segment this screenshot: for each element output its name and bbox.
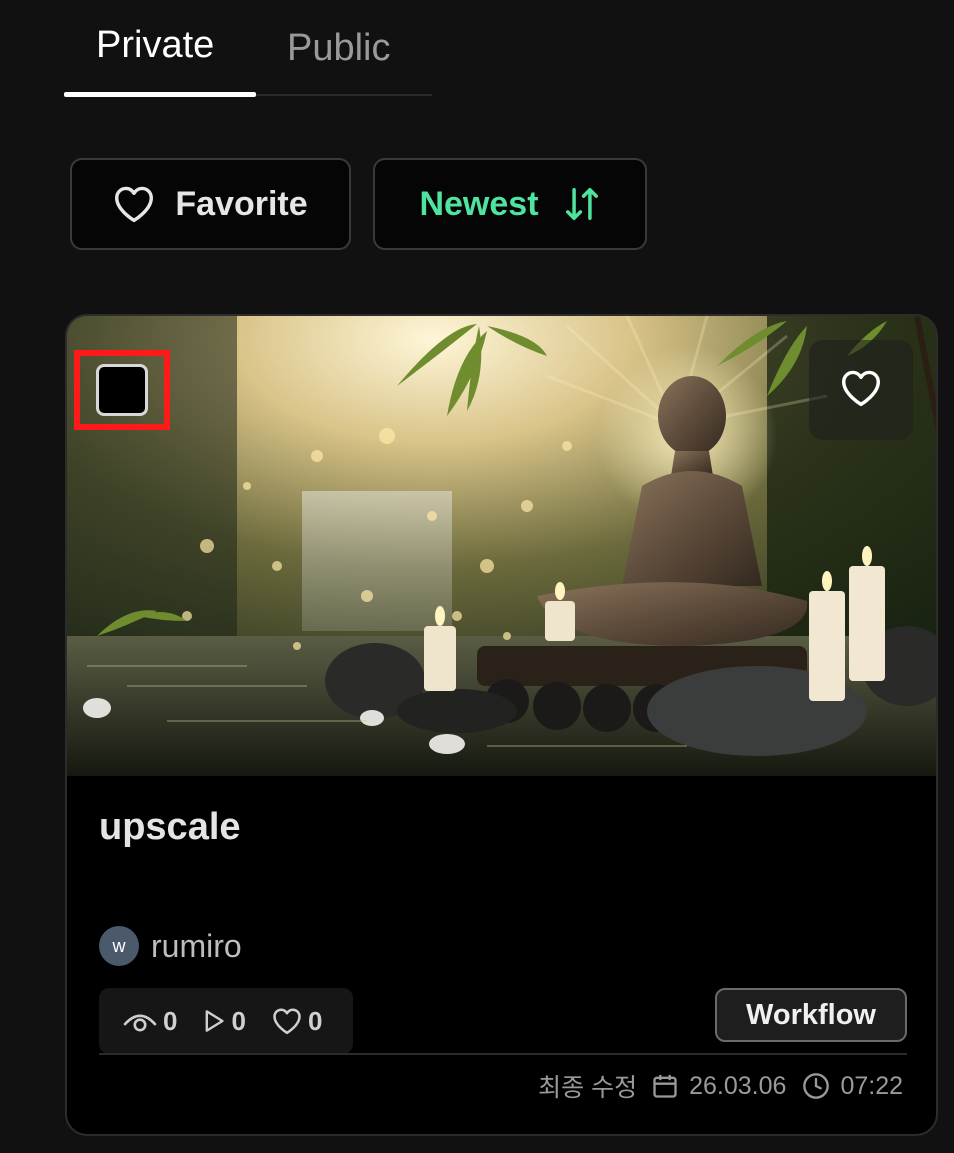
likes-stat: 0: [272, 1006, 322, 1037]
workflow-card[interactable]: upscale w rumiro 0 0 0 Workflow 최종 수정 26…: [65, 314, 938, 1136]
type-badge: Workflow: [715, 988, 907, 1042]
clock-icon: [802, 1072, 830, 1100]
favorite-filter-button[interactable]: Favorite: [70, 158, 351, 250]
heart-icon: [840, 369, 882, 412]
eye-icon: [123, 1008, 157, 1034]
card-author: w rumiro: [99, 926, 242, 966]
tab-public[interactable]: Public: [287, 25, 391, 71]
card-stats: 0 0 0: [99, 988, 353, 1054]
runs-count: 0: [231, 1005, 246, 1036]
calendar-icon: [651, 1072, 679, 1100]
author-name: rumiro: [151, 927, 242, 964]
views-stat: 0: [123, 1006, 177, 1037]
views-count: 0: [163, 1005, 178, 1036]
active-tab-indicator: [64, 92, 256, 97]
tab-private[interactable]: Private: [96, 22, 214, 68]
tab-bar: Private Public: [64, 0, 432, 97]
heart-icon: [272, 1007, 302, 1035]
avatar: w: [99, 926, 139, 966]
likes-count: 0: [307, 1005, 323, 1036]
select-checkbox-highlight: [74, 350, 170, 430]
play-icon: [203, 1009, 225, 1033]
card-divider: [99, 1053, 907, 1055]
favorite-toggle-button[interactable]: [809, 340, 913, 440]
favorite-filter-label: Favorite: [175, 184, 308, 223]
card-thumbnail: [67, 316, 936, 776]
modified-date: 26.03.06: [689, 1071, 787, 1100]
sort-arrows-icon: [563, 185, 601, 223]
modified-time: 07:22: [840, 1071, 903, 1100]
sort-newest-button[interactable]: Newest: [373, 158, 647, 250]
runs-stat: 0: [203, 1005, 246, 1037]
last-modified: 최종 수정 26.03.06 07:22: [538, 1068, 903, 1104]
card-title[interactable]: upscale: [99, 806, 241, 849]
select-checkbox[interactable]: [96, 364, 148, 416]
heart-icon: [113, 185, 155, 223]
last-modified-label: 최종 수정: [538, 1074, 638, 1102]
sort-newest-label: Newest: [419, 184, 539, 223]
